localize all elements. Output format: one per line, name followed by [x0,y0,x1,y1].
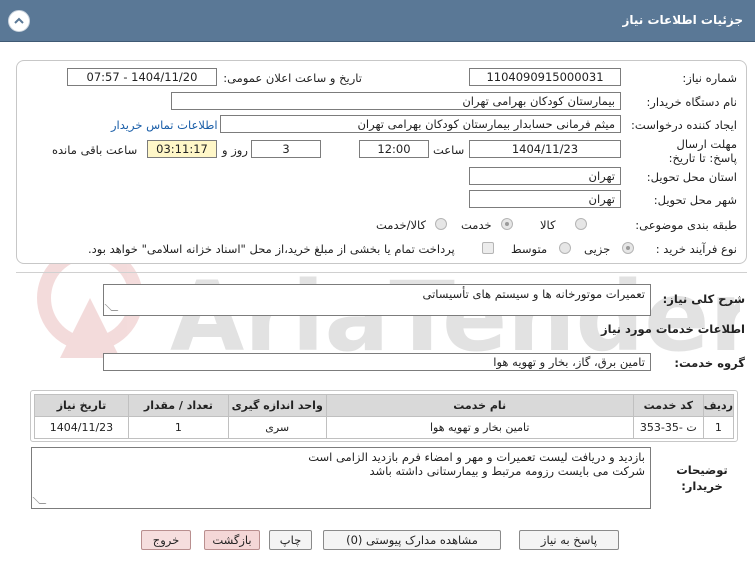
creator-field: میثم فرمانی حسابدار بیمارستان کودکان بهر… [220,115,621,133]
view-attachments-button[interactable]: مشاهده مدارک پیوستی (0) [323,530,501,550]
cell-qty: 1 [127,416,229,439]
description-label: شرح کلی نیاز: [662,292,745,306]
category-radio-kala-khedmat[interactable] [435,218,447,230]
category-radio-kala[interactable] [575,218,587,230]
buyer-field: بیمارستان کودکان بهرامی تهران [171,92,621,110]
reply-button[interactable]: پاسخ به نیاز [519,530,619,550]
page-title: جزئیات اطلاعات نیاز [622,13,743,27]
category-label: طبقه بندی موضوعی: [635,218,737,232]
buyer-notes-field: بازدید و دریافت لیست تعمیرات و مهر و امض… [31,447,651,509]
province-field: تهران [469,167,621,185]
need-number-field: 1104090915000031 [469,68,621,86]
process-radio-jozei[interactable] [622,242,634,254]
announce-field: 1404/11/20 - 07:57 [67,68,217,86]
treasury-note: پرداخت تمام یا بخشی از مبلغ خرید،از محل … [88,242,455,256]
buyer-label: نام دستگاه خریدار: [646,95,737,109]
col-header-unit: واحد اندازه گیری [227,394,327,417]
announce-label: تاریخ و ساعت اعلان عمومی: [223,71,362,85]
services-table: ردیف کد خدمت نام خدمت واحد اندازه گیری ت… [34,394,735,439]
col-header-qty: تعداد / مقدار [127,394,229,417]
back-button[interactable]: بازگشت [204,530,260,550]
description-field: تعمیرات موتورخانه ها و سیستم های تأسیسات… [103,284,651,316]
info-panel [16,60,747,264]
deadline-time-field: 12:00 [359,140,429,158]
col-header-name: نام خدمت [325,394,634,417]
resize-handle-icon[interactable] [32,497,47,504]
collapse-toggle-icon[interactable] [8,10,30,32]
category-option-khedmat: خدمت [461,218,492,232]
cell-row: 1 [702,416,735,439]
days-remaining-field: 3 [251,140,321,158]
category-option-kala: کالا [540,218,556,232]
service-group-field: تامین برق، گاز، بخار و تهویه هوا [103,353,651,371]
services-section-title: اطلاعات خدمات مورد نیاز [601,322,745,336]
services-table-container: ردیف کد خدمت نام خدمت واحد اندازه گیری ت… [30,390,738,442]
city-label: شهر محل تحویل: [653,193,737,207]
col-header-date: تاریخ نیاز [34,394,129,417]
process-option-motavasset: متوسط [511,242,548,256]
resize-handle-icon[interactable] [104,304,119,311]
treasury-checkbox[interactable] [482,242,494,254]
cell-date: 1404/11/23 [34,416,129,439]
page-header: جزئیات اطلاعات نیاز [0,0,755,42]
category-radio-khedmat[interactable] [501,218,513,230]
process-radio-motavasset[interactable] [559,242,571,254]
buyer-notes-line2: شرکت می بایست رزومه مرتبط و بیمارستانی د… [369,464,645,478]
cell-name: تامین بخار و تهویه هوا [325,416,634,439]
deadline-time-label: ساعت [433,143,465,157]
table-row: 1 ت -35-353 تامین بخار و تهویه هوا سری 1… [34,416,735,439]
section-divider [16,272,747,273]
buyer-notes-label: توضیحات خریدار: [676,463,728,493]
service-group-label: گروه خدمت: [674,356,745,370]
print-button[interactable]: چاپ [269,530,312,550]
province-label: استان محل تحویل: [646,170,737,184]
city-field: تهران [469,190,621,208]
remaining-time-field: 03:11:17 [147,140,217,158]
process-option-jozei: جزیی [584,242,611,256]
process-label: نوع فرآیند خرید : [655,242,737,256]
cell-unit: سری [227,416,327,439]
remaining-time-label: ساعت باقی مانده [52,143,138,157]
cell-code: ت -35-353 [632,416,704,439]
col-header-code: کد خدمت [632,394,704,417]
buyer-notes-line1: بازدید و دریافت لیست تعمیرات و مهر و امض… [308,450,645,464]
description-text: تعمیرات موتورخانه ها و سیستم های تأسیسات… [422,287,645,301]
deadline-label: مهلت ارسال پاسخ: تا تاریخ: [668,137,737,165]
table-header-row: ردیف کد خدمت نام خدمت واحد اندازه گیری ت… [34,394,735,417]
creator-label: ایجاد کننده درخواست: [631,118,737,132]
buyer-contact-link[interactable]: اطلاعات تماس خریدار [111,118,218,132]
exit-button[interactable]: خروج [141,530,191,550]
deadline-date-field: 1404/11/23 [469,140,621,158]
need-number-label: شماره نیاز: [682,71,737,85]
col-header-row: ردیف [702,394,735,417]
category-option-kala-khedmat: کالا/خدمت [376,218,427,232]
days-label: روز و [222,143,248,157]
